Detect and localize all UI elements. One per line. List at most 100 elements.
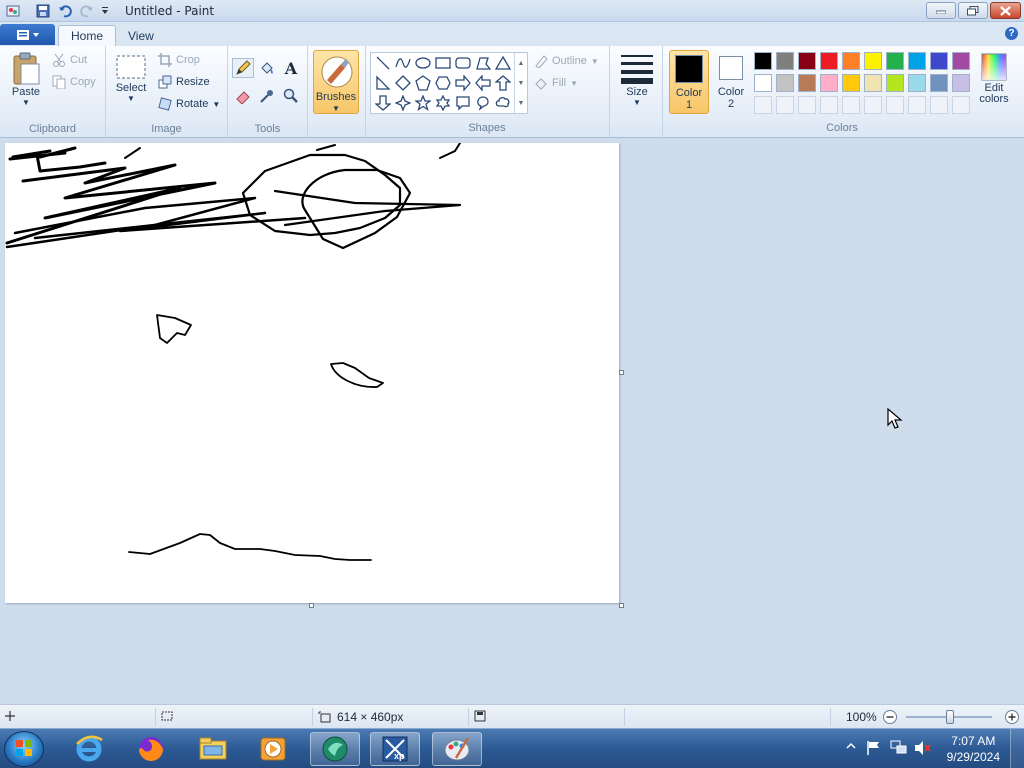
custom-color-slot[interactable]: [864, 96, 882, 114]
action-center-flag-icon[interactable]: [866, 740, 882, 759]
network-icon[interactable]: [890, 740, 908, 759]
palette-color-swatch[interactable]: [908, 52, 926, 70]
select-button[interactable]: Select ▼: [112, 54, 150, 103]
four-point-star-shape-icon[interactable]: [393, 93, 413, 113]
custom-color-slot[interactable]: [908, 96, 926, 114]
customize-toolbar-icon[interactable]: [96, 3, 114, 19]
palette-color-swatch[interactable]: [908, 74, 926, 92]
redo-icon[interactable]: [78, 3, 96, 19]
scroll-up-icon[interactable]: ▲: [518, 60, 525, 67]
palette-color-swatch[interactable]: [842, 74, 860, 92]
five-point-star-shape-icon[interactable]: [413, 93, 433, 113]
resize-handle-corner[interactable]: [619, 603, 624, 608]
palette-color-swatch[interactable]: [864, 52, 882, 70]
oval-shape-icon[interactable]: [413, 53, 433, 73]
undo-icon[interactable]: [56, 3, 74, 19]
show-desktop-button[interactable]: [1010, 729, 1024, 768]
resize-handle-right[interactable]: [619, 370, 624, 375]
custom-color-slot[interactable]: [776, 96, 794, 114]
custom-color-slot[interactable]: [820, 96, 838, 114]
outline-button[interactable]: Outline ▼: [534, 54, 599, 68]
palette-color-swatch[interactable]: [820, 52, 838, 70]
paste-button[interactable]: Paste ▼: [6, 52, 46, 107]
left-arrow-shape-icon[interactable]: [473, 73, 493, 93]
zoom-in-button[interactable]: [1004, 709, 1020, 725]
minimize-button[interactable]: [926, 2, 956, 19]
palette-color-swatch[interactable]: [754, 52, 772, 70]
palette-color-swatch[interactable]: [864, 74, 882, 92]
palette-color-swatch[interactable]: [776, 52, 794, 70]
palette-color-swatch[interactable]: [930, 52, 948, 70]
brushes-button[interactable]: Brushes ▼: [313, 50, 359, 114]
rectangle-shape-icon[interactable]: [433, 53, 453, 73]
custom-color-slot[interactable]: [930, 96, 948, 114]
cut-button[interactable]: Cut: [52, 53, 87, 67]
start-button[interactable]: [4, 731, 44, 767]
custom-color-slot[interactable]: [952, 96, 970, 114]
zoom-out-button[interactable]: [882, 709, 898, 725]
six-point-star-shape-icon[interactable]: [433, 93, 453, 113]
expand-gallery-icon[interactable]: ▼: [518, 100, 525, 107]
down-arrow-shape-icon[interactable]: [373, 93, 393, 113]
app-taskbar-button-1[interactable]: [310, 732, 360, 766]
internet-explorer-taskbar-icon[interactable]: [64, 732, 114, 766]
text-tool[interactable]: A: [280, 58, 302, 78]
line-shape-icon[interactable]: [373, 53, 393, 73]
palette-color-swatch[interactable]: [952, 74, 970, 92]
palette-color-swatch[interactable]: [798, 74, 816, 92]
palette-color-swatch[interactable]: [886, 52, 904, 70]
close-button[interactable]: [990, 2, 1021, 19]
custom-color-slot[interactable]: [754, 96, 772, 114]
save-icon[interactable]: [34, 3, 52, 19]
palette-color-swatch[interactable]: [886, 74, 904, 92]
right-arrow-shape-icon[interactable]: [453, 73, 473, 93]
copy-button[interactable]: Copy: [52, 75, 96, 89]
resize-button[interactable]: Resize: [158, 75, 210, 89]
help-icon[interactable]: ?: [1005, 27, 1018, 40]
curve-shape-icon[interactable]: [393, 53, 413, 73]
resize-handle-bottom[interactable]: [309, 603, 314, 608]
paint-app-icon[interactable]: [4, 3, 22, 19]
oval-callout-shape-icon[interactable]: [473, 93, 493, 113]
fill-button[interactable]: Fill ▼: [534, 76, 578, 90]
size-button[interactable]: Size ▼: [616, 52, 658, 107]
color-picker-tool[interactable]: [256, 86, 278, 106]
show-hidden-icons-button[interactable]: [846, 739, 856, 754]
firefox-taskbar-icon[interactable]: [126, 732, 176, 766]
eraser-tool[interactable]: [232, 86, 254, 106]
tab-home[interactable]: Home: [58, 25, 117, 46]
up-arrow-shape-icon[interactable]: [493, 73, 513, 93]
cloud-callout-shape-icon[interactable]: [493, 93, 513, 113]
palette-color-swatch[interactable]: [842, 52, 860, 70]
drawing-canvas[interactable]: [5, 143, 619, 603]
pencil-tool[interactable]: [232, 58, 254, 78]
diamond-shape-icon[interactable]: [393, 73, 413, 93]
color1-button[interactable]: Color 1: [669, 50, 709, 114]
rounded-rectangle-shape-icon[interactable]: [453, 53, 473, 73]
shapes-scrollbar[interactable]: ▲ ▼ ▼: [514, 53, 527, 113]
magnifier-tool[interactable]: [280, 86, 302, 106]
app-taskbar-button-2[interactable]: xp: [370, 732, 420, 766]
media-player-taskbar-icon[interactable]: [248, 732, 298, 766]
palette-color-swatch[interactable]: [930, 74, 948, 92]
scroll-down-icon[interactable]: ▼: [518, 80, 525, 87]
palette-color-swatch[interactable]: [776, 74, 794, 92]
color2-button[interactable]: Color 2: [711, 50, 751, 114]
polygon-shape-icon[interactable]: [473, 53, 493, 73]
file-explorer-taskbar-icon[interactable]: [188, 732, 238, 766]
custom-color-slot[interactable]: [842, 96, 860, 114]
hexagon-shape-icon[interactable]: [433, 73, 453, 93]
rotate-button[interactable]: Rotate ▼: [158, 97, 220, 111]
right-triangle-shape-icon[interactable]: [373, 73, 393, 93]
pentagon-shape-icon[interactable]: [413, 73, 433, 93]
palette-color-swatch[interactable]: [754, 74, 772, 92]
palette-color-swatch[interactable]: [798, 52, 816, 70]
edit-colors-button[interactable]: Edit colors: [975, 52, 1013, 105]
palette-color-swatch[interactable]: [820, 74, 838, 92]
palette-color-swatch[interactable]: [952, 52, 970, 70]
system-clock[interactable]: 7:07 AM 9/29/2024: [947, 733, 1000, 765]
canvas-workspace[interactable]: [0, 138, 1024, 704]
crop-button[interactable]: Crop: [158, 53, 200, 67]
restore-button[interactable]: [958, 2, 988, 19]
paint-taskbar-button[interactable]: [432, 732, 482, 766]
